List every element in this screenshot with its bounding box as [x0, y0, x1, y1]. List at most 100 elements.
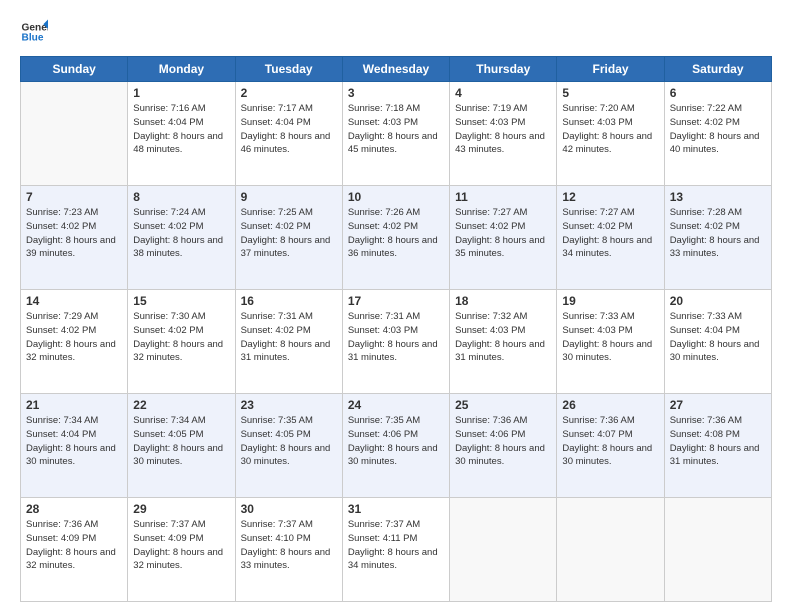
calendar-cell: 30 Sunrise: 7:37 AM Sunset: 4:10 PM Dayl…: [235, 498, 342, 602]
weekday-header: Monday: [128, 57, 235, 82]
day-number: 9: [241, 190, 337, 204]
day-number: 16: [241, 294, 337, 308]
calendar-cell: 10 Sunrise: 7:26 AM Sunset: 4:02 PM Dayl…: [342, 186, 449, 290]
day-info: Sunrise: 7:19 AM Sunset: 4:03 PM Dayligh…: [455, 102, 551, 157]
weekday-header-row: SundayMondayTuesdayWednesdayThursdayFrid…: [21, 57, 772, 82]
calendar-cell: [21, 82, 128, 186]
calendar-table: SundayMondayTuesdayWednesdayThursdayFrid…: [20, 56, 772, 602]
weekday-header: Saturday: [664, 57, 771, 82]
calendar-cell: 5 Sunrise: 7:20 AM Sunset: 4:03 PM Dayli…: [557, 82, 664, 186]
day-number: 26: [562, 398, 658, 412]
calendar-cell: 13 Sunrise: 7:28 AM Sunset: 4:02 PM Dayl…: [664, 186, 771, 290]
day-number: 11: [455, 190, 551, 204]
day-number: 22: [133, 398, 229, 412]
calendar-week-row: 28 Sunrise: 7:36 AM Sunset: 4:09 PM Dayl…: [21, 498, 772, 602]
day-info: Sunrise: 7:18 AM Sunset: 4:03 PM Dayligh…: [348, 102, 444, 157]
day-info: Sunrise: 7:23 AM Sunset: 4:02 PM Dayligh…: [26, 206, 122, 261]
day-number: 1: [133, 86, 229, 100]
day-number: 3: [348, 86, 444, 100]
day-info: Sunrise: 7:24 AM Sunset: 4:02 PM Dayligh…: [133, 206, 229, 261]
day-info: Sunrise: 7:26 AM Sunset: 4:02 PM Dayligh…: [348, 206, 444, 261]
weekday-header: Thursday: [450, 57, 557, 82]
calendar-cell: 22 Sunrise: 7:34 AM Sunset: 4:05 PM Dayl…: [128, 394, 235, 498]
day-number: 29: [133, 502, 229, 516]
day-number: 5: [562, 86, 658, 100]
day-info: Sunrise: 7:27 AM Sunset: 4:02 PM Dayligh…: [562, 206, 658, 261]
calendar-cell: 24 Sunrise: 7:35 AM Sunset: 4:06 PM Dayl…: [342, 394, 449, 498]
weekday-header: Friday: [557, 57, 664, 82]
calendar-cell: 27 Sunrise: 7:36 AM Sunset: 4:08 PM Dayl…: [664, 394, 771, 498]
day-number: 4: [455, 86, 551, 100]
day-number: 2: [241, 86, 337, 100]
day-number: 8: [133, 190, 229, 204]
header: General Blue: [20, 18, 772, 46]
calendar-cell: 1 Sunrise: 7:16 AM Sunset: 4:04 PM Dayli…: [128, 82, 235, 186]
calendar-cell: [557, 498, 664, 602]
logo: General Blue: [20, 18, 48, 46]
day-number: 17: [348, 294, 444, 308]
calendar-cell: 3 Sunrise: 7:18 AM Sunset: 4:03 PM Dayli…: [342, 82, 449, 186]
calendar-cell: 4 Sunrise: 7:19 AM Sunset: 4:03 PM Dayli…: [450, 82, 557, 186]
day-info: Sunrise: 7:33 AM Sunset: 4:04 PM Dayligh…: [670, 310, 766, 365]
calendar-week-row: 7 Sunrise: 7:23 AM Sunset: 4:02 PM Dayli…: [21, 186, 772, 290]
calendar-cell: 17 Sunrise: 7:31 AM Sunset: 4:03 PM Dayl…: [342, 290, 449, 394]
calendar-cell: 23 Sunrise: 7:35 AM Sunset: 4:05 PM Dayl…: [235, 394, 342, 498]
calendar-cell: 21 Sunrise: 7:34 AM Sunset: 4:04 PM Dayl…: [21, 394, 128, 498]
day-number: 7: [26, 190, 122, 204]
calendar-cell: 25 Sunrise: 7:36 AM Sunset: 4:06 PM Dayl…: [450, 394, 557, 498]
calendar-cell: 6 Sunrise: 7:22 AM Sunset: 4:02 PM Dayli…: [664, 82, 771, 186]
day-number: 23: [241, 398, 337, 412]
weekday-header: Sunday: [21, 57, 128, 82]
page: General Blue SundayMondayTuesdayWednesda…: [0, 0, 792, 612]
calendar-week-row: 21 Sunrise: 7:34 AM Sunset: 4:04 PM Dayl…: [21, 394, 772, 498]
day-info: Sunrise: 7:28 AM Sunset: 4:02 PM Dayligh…: [670, 206, 766, 261]
calendar-cell: [664, 498, 771, 602]
svg-text:Blue: Blue: [22, 33, 44, 44]
calendar-cell: 20 Sunrise: 7:33 AM Sunset: 4:04 PM Dayl…: [664, 290, 771, 394]
day-info: Sunrise: 7:25 AM Sunset: 4:02 PM Dayligh…: [241, 206, 337, 261]
day-info: Sunrise: 7:30 AM Sunset: 4:02 PM Dayligh…: [133, 310, 229, 365]
day-number: 12: [562, 190, 658, 204]
calendar-cell: 19 Sunrise: 7:33 AM Sunset: 4:03 PM Dayl…: [557, 290, 664, 394]
calendar-cell: 8 Sunrise: 7:24 AM Sunset: 4:02 PM Dayli…: [128, 186, 235, 290]
day-number: 27: [670, 398, 766, 412]
calendar-cell: 29 Sunrise: 7:37 AM Sunset: 4:09 PM Dayl…: [128, 498, 235, 602]
day-info: Sunrise: 7:31 AM Sunset: 4:02 PM Dayligh…: [241, 310, 337, 365]
day-number: 31: [348, 502, 444, 516]
day-number: 21: [26, 398, 122, 412]
calendar-cell: 16 Sunrise: 7:31 AM Sunset: 4:02 PM Dayl…: [235, 290, 342, 394]
day-info: Sunrise: 7:37 AM Sunset: 4:09 PM Dayligh…: [133, 518, 229, 573]
calendar-cell: 15 Sunrise: 7:30 AM Sunset: 4:02 PM Dayl…: [128, 290, 235, 394]
logo-icon: General Blue: [20, 18, 48, 46]
day-number: 25: [455, 398, 551, 412]
day-number: 13: [670, 190, 766, 204]
day-info: Sunrise: 7:31 AM Sunset: 4:03 PM Dayligh…: [348, 310, 444, 365]
weekday-header: Wednesday: [342, 57, 449, 82]
day-info: Sunrise: 7:20 AM Sunset: 4:03 PM Dayligh…: [562, 102, 658, 157]
day-number: 6: [670, 86, 766, 100]
calendar-cell: 7 Sunrise: 7:23 AM Sunset: 4:02 PM Dayli…: [21, 186, 128, 290]
day-number: 15: [133, 294, 229, 308]
day-info: Sunrise: 7:22 AM Sunset: 4:02 PM Dayligh…: [670, 102, 766, 157]
calendar-cell: 14 Sunrise: 7:29 AM Sunset: 4:02 PM Dayl…: [21, 290, 128, 394]
day-info: Sunrise: 7:34 AM Sunset: 4:05 PM Dayligh…: [133, 414, 229, 469]
day-info: Sunrise: 7:36 AM Sunset: 4:06 PM Dayligh…: [455, 414, 551, 469]
day-number: 20: [670, 294, 766, 308]
calendar-cell: 26 Sunrise: 7:36 AM Sunset: 4:07 PM Dayl…: [557, 394, 664, 498]
day-info: Sunrise: 7:17 AM Sunset: 4:04 PM Dayligh…: [241, 102, 337, 157]
calendar-cell: 12 Sunrise: 7:27 AM Sunset: 4:02 PM Dayl…: [557, 186, 664, 290]
day-info: Sunrise: 7:37 AM Sunset: 4:11 PM Dayligh…: [348, 518, 444, 573]
day-info: Sunrise: 7:27 AM Sunset: 4:02 PM Dayligh…: [455, 206, 551, 261]
calendar-cell: 31 Sunrise: 7:37 AM Sunset: 4:11 PM Dayl…: [342, 498, 449, 602]
day-info: Sunrise: 7:33 AM Sunset: 4:03 PM Dayligh…: [562, 310, 658, 365]
day-number: 28: [26, 502, 122, 516]
day-info: Sunrise: 7:32 AM Sunset: 4:03 PM Dayligh…: [455, 310, 551, 365]
day-number: 19: [562, 294, 658, 308]
day-number: 10: [348, 190, 444, 204]
day-number: 24: [348, 398, 444, 412]
day-info: Sunrise: 7:36 AM Sunset: 4:08 PM Dayligh…: [670, 414, 766, 469]
calendar-cell: 9 Sunrise: 7:25 AM Sunset: 4:02 PM Dayli…: [235, 186, 342, 290]
day-info: Sunrise: 7:34 AM Sunset: 4:04 PM Dayligh…: [26, 414, 122, 469]
day-number: 30: [241, 502, 337, 516]
calendar-cell: 2 Sunrise: 7:17 AM Sunset: 4:04 PM Dayli…: [235, 82, 342, 186]
